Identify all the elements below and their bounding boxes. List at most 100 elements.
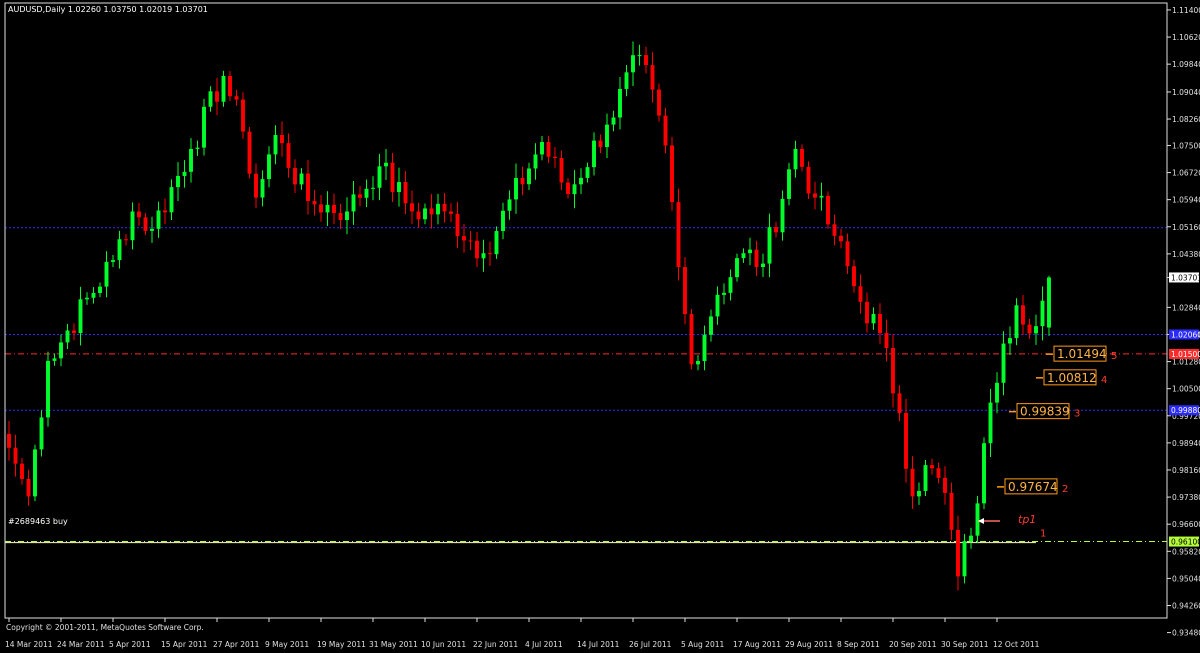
candle-body — [423, 208, 427, 220]
candle-body — [592, 140, 596, 168]
y-tick-label: 0.93480 — [1172, 629, 1200, 638]
candle-body — [124, 239, 128, 241]
candle-body — [241, 99, 245, 132]
candle-body — [436, 203, 440, 215]
candle-body — [1040, 300, 1045, 327]
candle-body — [338, 213, 343, 220]
target-number: 3 — [1074, 409, 1080, 420]
candle-body — [813, 193, 817, 198]
x-tick-label: 17 Aug 2011 — [733, 640, 781, 649]
candle-body — [657, 89, 661, 116]
candle-body — [975, 503, 980, 536]
x-tick-label: 9 May 2011 — [265, 640, 309, 649]
candle — [202, 98, 206, 156]
candle-body — [130, 211, 135, 241]
candle-body — [624, 72, 629, 89]
y-tick-label: 1.09040 — [1172, 88, 1200, 97]
x-tick-label: 10 Jun 2011 — [421, 640, 466, 649]
candle-body — [286, 143, 291, 168]
price-tag-label: 0.96100 — [1171, 538, 1200, 547]
candle-body — [325, 204, 330, 213]
chart-area[interactable]: 1.01494 5 1.00812 4 0.99839 3 0.97674 2 tp1 1 1.1… — [0, 0, 1200, 649]
y-tick-label: 1.04380 — [1172, 250, 1200, 259]
target-number: 4 — [1101, 375, 1107, 386]
candle-body — [852, 266, 856, 287]
candle-body — [800, 148, 804, 167]
x-tick-label: 19 May 2011 — [317, 640, 366, 649]
candle-body — [117, 239, 122, 261]
candle-body — [312, 201, 317, 205]
candle-body — [59, 342, 63, 359]
candle-body — [481, 253, 486, 259]
candle-body — [215, 91, 219, 102]
price-tag: 0.96100 — [1169, 536, 1200, 547]
candle-body — [553, 156, 557, 159]
candle-body — [176, 175, 180, 188]
candle-body — [397, 182, 401, 193]
y-tick-label: 1.05160 — [1172, 223, 1200, 232]
candle-body — [962, 541, 967, 577]
y-tick-label: 0.95040 — [1172, 574, 1200, 583]
candle-body — [663, 115, 668, 146]
candle-body — [865, 301, 869, 324]
candle-body — [683, 267, 687, 315]
x-tick-label: 4 Jul 2011 — [525, 640, 563, 649]
candle-body — [819, 195, 824, 198]
candle-body — [1047, 277, 1051, 328]
y-tick-label: 0.98940 — [1172, 439, 1200, 448]
candle-body — [637, 55, 642, 57]
candle-body — [988, 402, 993, 444]
candle-body — [702, 334, 707, 362]
candle-body — [780, 198, 785, 233]
candle-body — [631, 55, 635, 73]
candle — [46, 351, 50, 427]
x-tick-label: 31 May 2011 — [369, 640, 418, 649]
candle-body — [650, 65, 655, 90]
candle-body — [156, 210, 161, 229]
candle-body — [871, 314, 876, 324]
candle-body — [501, 210, 505, 232]
candle-body — [98, 286, 102, 293]
candle-body — [475, 240, 479, 259]
candle-body — [533, 154, 538, 169]
y-tick-label: 0.95820 — [1172, 547, 1200, 556]
candle — [826, 191, 830, 229]
candle-body — [494, 231, 499, 255]
candle-body — [416, 211, 421, 220]
candle-body — [273, 135, 278, 155]
candle-body — [26, 479, 31, 497]
x-tick-label: 8 Sep 2011 — [837, 640, 880, 649]
candle-body — [260, 179, 265, 198]
candle-body — [774, 227, 778, 233]
candle-body — [1001, 343, 1006, 383]
candle-body — [364, 188, 369, 198]
candle-body — [293, 167, 297, 185]
x-tick-label: 15 Apr 2011 — [161, 640, 208, 649]
price-tag-label: 1.03701 — [1171, 273, 1200, 282]
candle-body — [1008, 338, 1012, 344]
candle-body — [605, 124, 609, 148]
price-tag: 0.99880 — [1169, 405, 1200, 416]
candle — [1047, 275, 1051, 336]
candle-body — [754, 249, 759, 268]
candle-body — [468, 240, 473, 242]
candle-body — [429, 208, 434, 215]
candle-body — [65, 330, 70, 343]
candle — [923, 460, 928, 497]
x-tick-label: 24 Mar 2011 — [57, 640, 105, 649]
chart-title: AUDUSD,Daily 1.02260 1.03750 1.02019 1.0… — [8, 5, 208, 14]
candle-body — [1027, 324, 1032, 334]
target-value: 1.01494 — [1057, 347, 1107, 361]
candle-body — [234, 96, 239, 100]
candle-body — [832, 224, 837, 236]
candle — [494, 226, 499, 259]
candle-body — [728, 277, 733, 293]
candle-body — [930, 465, 934, 469]
y-tick-label: 1.00500 — [1172, 385, 1200, 394]
candle-body — [345, 211, 349, 220]
candle-body — [995, 382, 999, 403]
candle-body — [20, 463, 24, 480]
candle — [676, 188, 681, 281]
candle-body — [676, 202, 681, 268]
candle-body — [696, 361, 700, 365]
